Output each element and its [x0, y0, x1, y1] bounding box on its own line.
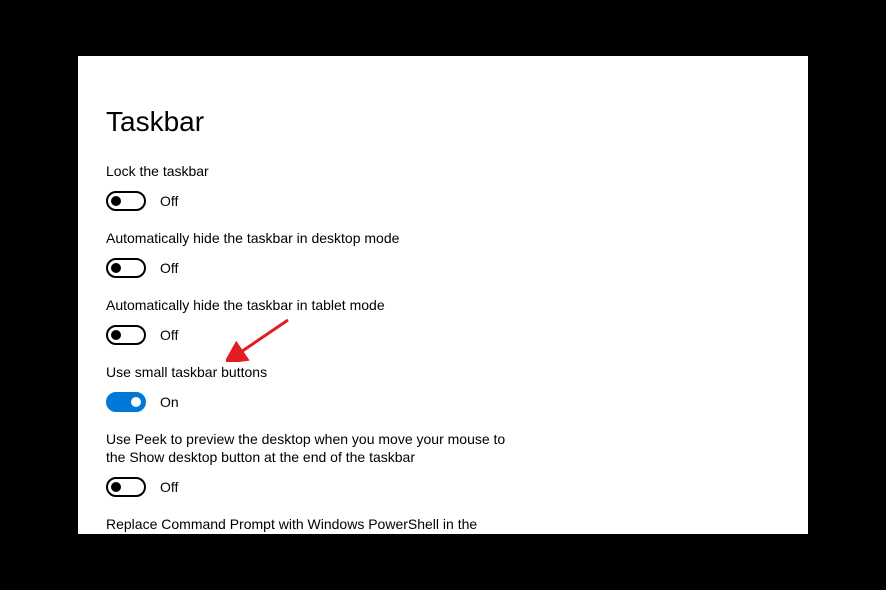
toggle-state: On	[160, 394, 179, 410]
toggle-small-buttons[interactable]	[106, 392, 146, 412]
toggle-state: Off	[160, 260, 178, 276]
setting-label: Use small taskbar buttons	[106, 363, 506, 382]
toggle-knob	[111, 482, 121, 492]
toggle-knob	[111, 330, 121, 340]
toggle-row: Off	[106, 477, 780, 497]
setting-small-buttons: Use small taskbar buttons On	[106, 363, 780, 412]
page-title: Taskbar	[106, 106, 780, 138]
settings-panel: Taskbar Lock the taskbar Off Automatical…	[78, 56, 808, 534]
toggle-lock-taskbar[interactable]	[106, 191, 146, 211]
setting-autohide-desktop: Automatically hide the taskbar in deskto…	[106, 229, 780, 278]
toggle-autohide-tablet[interactable]	[106, 325, 146, 345]
toggle-knob	[131, 397, 141, 407]
setting-powershell: Replace Command Prompt with Windows Powe…	[106, 515, 780, 534]
toggle-knob	[111, 263, 121, 273]
toggle-autohide-desktop[interactable]	[106, 258, 146, 278]
setting-label: Automatically hide the taskbar in tablet…	[106, 296, 506, 315]
toggle-peek[interactable]	[106, 477, 146, 497]
toggle-state: Off	[160, 479, 178, 495]
setting-label: Automatically hide the taskbar in deskto…	[106, 229, 506, 248]
toggle-state: Off	[160, 327, 178, 343]
toggle-row: Off	[106, 191, 780, 211]
setting-label: Replace Command Prompt with Windows Powe…	[106, 515, 506, 534]
setting-lock-taskbar: Lock the taskbar Off	[106, 162, 780, 211]
setting-peek: Use Peek to preview the desktop when you…	[106, 430, 780, 498]
setting-label: Lock the taskbar	[106, 162, 506, 181]
toggle-knob	[111, 196, 121, 206]
toggle-row: Off	[106, 325, 780, 345]
setting-label: Use Peek to preview the desktop when you…	[106, 430, 506, 468]
setting-autohide-tablet: Automatically hide the taskbar in tablet…	[106, 296, 780, 345]
toggle-state: Off	[160, 193, 178, 209]
toggle-row: Off	[106, 258, 780, 278]
toggle-row: On	[106, 392, 780, 412]
